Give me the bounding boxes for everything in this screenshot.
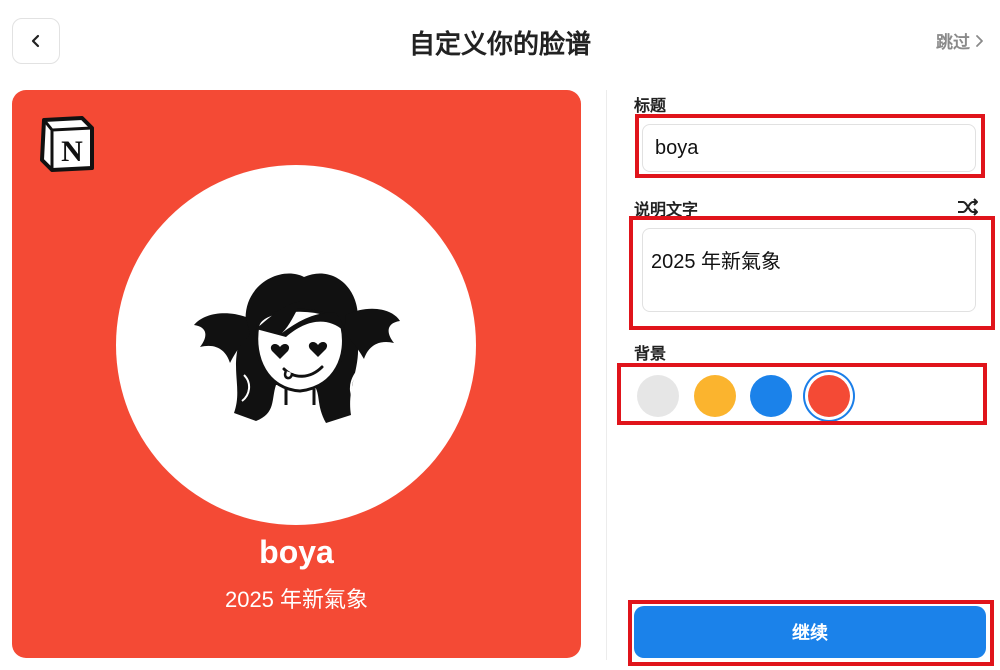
chevron-right-icon [976,34,983,47]
page-title: 自定义你的脸谱 [408,29,591,59]
background-label: 背景 [634,346,667,363]
caption-textarea[interactable]: 2025 年新氣象 [642,228,976,312]
shuffle-icon[interactable] [956,196,980,218]
title-input-value: boya [655,137,699,159]
continue-button[interactable]: 继续 [634,606,986,658]
notion-logo: N [36,114,96,174]
swatch-yellow[interactable] [694,375,736,417]
skip-label: 跳过 [936,33,970,52]
vertical-divider [606,90,607,660]
swatch-gray[interactable] [637,375,679,417]
card-subtitle: 2025 年新氣象 [224,587,369,612]
title-input[interactable]: boya [642,124,976,172]
caption-textarea-value: 2025 年新氣象 [651,251,782,273]
avatar-circle [116,165,476,525]
swatch-blue[interactable] [750,375,792,417]
face-illustration [194,273,400,423]
title-label: 标题 [634,98,667,115]
swatch-red[interactable] [808,375,850,417]
logo-letter: N [61,135,83,168]
continue-label: 继续 [792,623,828,643]
card-title: boya [259,534,334,570]
preview-card: N boya 2025 年新氣象 [12,90,581,658]
skip-link[interactable]: 跳过 [936,28,984,53]
caption-label: 说明文字 [634,202,699,219]
